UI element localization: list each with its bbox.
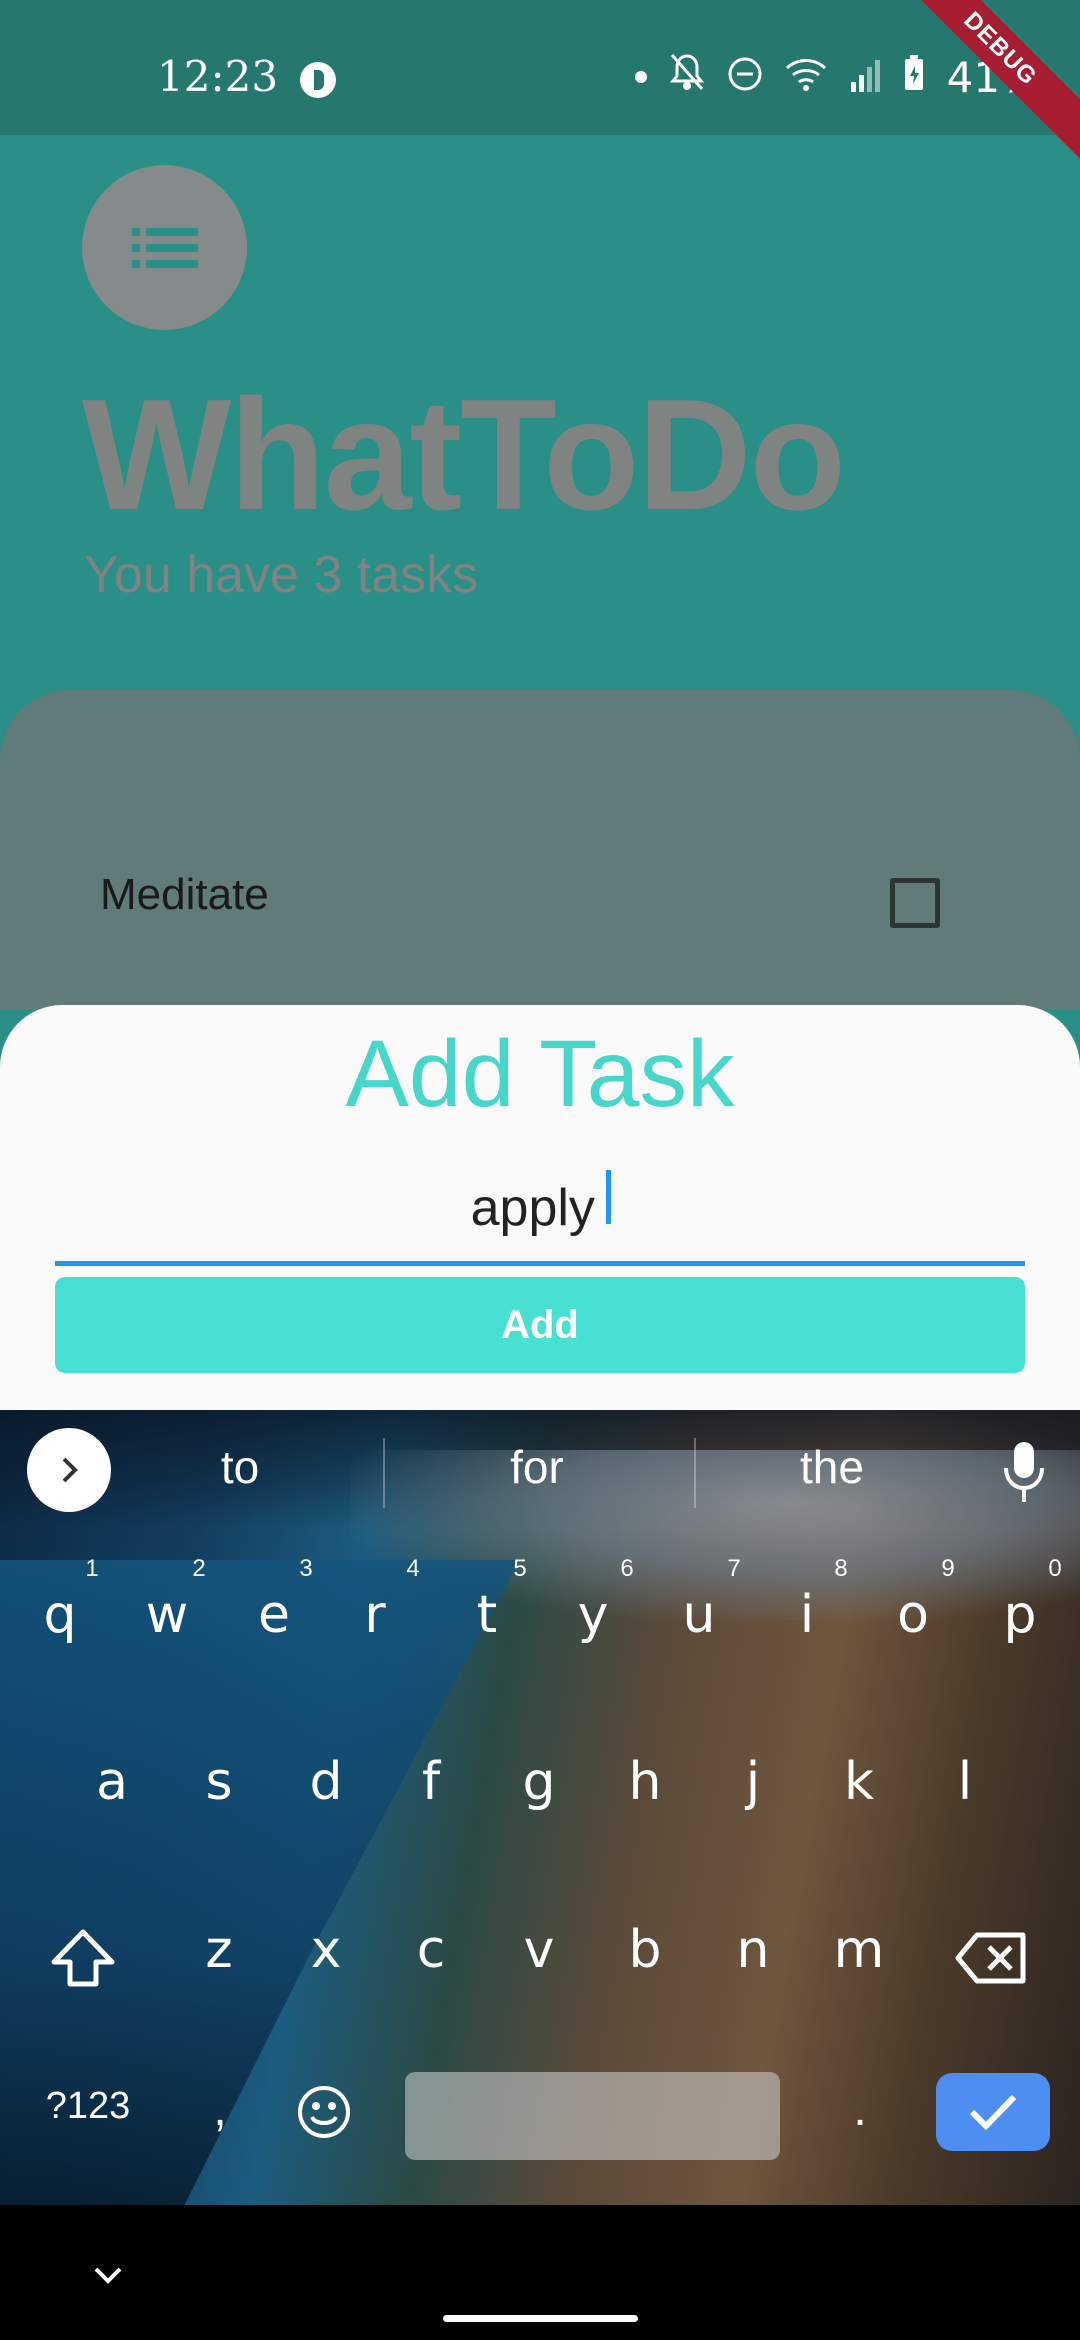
- suggestion-1[interactable]: to: [140, 1440, 340, 1494]
- key-hint: 0: [1048, 1555, 1062, 1582]
- key-g[interactable]: g: [494, 1752, 584, 1812]
- key-hint: 3: [299, 1555, 313, 1582]
- emoji-icon[interactable]: [296, 2084, 352, 2140]
- key-hint: 6: [620, 1555, 634, 1582]
- app-notification-icon: [300, 62, 336, 98]
- key-u[interactable]: u: [654, 1585, 744, 1645]
- key-d[interactable]: d: [281, 1752, 371, 1812]
- app-title: WhatToDo: [82, 367, 846, 543]
- expand-toolbar-button[interactable]: [27, 1428, 111, 1512]
- comma-key[interactable]: ,: [200, 2082, 240, 2137]
- key-b[interactable]: b: [600, 1920, 690, 1980]
- menu-button[interactable]: [82, 165, 247, 330]
- key-hint: 4: [406, 1555, 420, 1582]
- shift-key[interactable]: [50, 1928, 116, 1988]
- key-a[interactable]: a: [67, 1752, 157, 1812]
- wifi-icon: [785, 53, 827, 102]
- task-input[interactable]: [55, 1155, 1025, 1266]
- key-t[interactable]: t: [442, 1585, 532, 1645]
- chevron-right-icon: [62, 1457, 78, 1483]
- done-key[interactable]: [936, 2073, 1050, 2151]
- task-count: You have 3 tasks: [84, 546, 479, 604]
- backspace-key[interactable]: [955, 1932, 1027, 1984]
- period-key[interactable]: .: [845, 2082, 875, 2137]
- key-h[interactable]: h: [600, 1752, 690, 1812]
- signal-icon: [849, 53, 881, 102]
- status-bar: 12:23 41% DEBUG: [0, 0, 1080, 170]
- key-s[interactable]: s: [174, 1752, 264, 1812]
- key-z[interactable]: z: [174, 1920, 264, 1980]
- key-k[interactable]: k: [814, 1752, 904, 1812]
- key-hint: 1: [85, 1555, 99, 1582]
- suggestion-bar: to for the: [0, 1410, 1080, 1535]
- text-cursor: [606, 1170, 611, 1224]
- key-l[interactable]: l: [920, 1752, 1010, 1812]
- battery-icon: [903, 53, 925, 102]
- bell-off-icon: [669, 52, 705, 102]
- status-time: 12:23: [157, 52, 279, 101]
- dot-icon: [634, 71, 647, 83]
- key-o[interactable]: o: [868, 1585, 958, 1645]
- key-j[interactable]: j: [708, 1752, 798, 1812]
- key-c[interactable]: c: [386, 1920, 476, 1980]
- status-icons: 41%: [634, 52, 1040, 102]
- symbols-key[interactable]: ?123: [18, 2085, 158, 2128]
- navigation-bar: [0, 2205, 1080, 2340]
- key-e[interactable]: e: [229, 1585, 319, 1645]
- mic-icon[interactable]: [1000, 1440, 1048, 1504]
- key-f[interactable]: f: [386, 1752, 476, 1812]
- key-hint: 5: [513, 1555, 527, 1582]
- suggestion-divider: [383, 1438, 385, 1508]
- task-checkbox[interactable]: [890, 878, 940, 928]
- key-w[interactable]: w: [122, 1585, 212, 1645]
- keyboard: to for the 1 2 3 4 5 6 7 8 9 0 q w e r t…: [0, 1410, 1080, 2205]
- sheet-title: Add Task: [345, 1021, 735, 1127]
- key-y[interactable]: y: [548, 1585, 638, 1645]
- suggestion-2[interactable]: for: [437, 1440, 637, 1494]
- home-handle[interactable]: [443, 2315, 638, 2322]
- key-x[interactable]: x: [281, 1920, 371, 1980]
- key-hint: 7: [727, 1555, 741, 1582]
- key-hint: 8: [834, 1555, 848, 1582]
- space-key[interactable]: [405, 2072, 780, 2160]
- shift-icon: [51, 1929, 115, 1987]
- key-n[interactable]: n: [708, 1920, 798, 1980]
- key-m[interactable]: m: [814, 1920, 904, 1980]
- dnd-icon: [727, 53, 763, 102]
- key-q[interactable]: q: [15, 1585, 105, 1645]
- check-icon: [969, 2094, 1017, 2131]
- suggestion-3[interactable]: the: [732, 1440, 932, 1494]
- add-button[interactable]: Add: [55, 1277, 1025, 1373]
- key-hint: 2: [192, 1555, 206, 1582]
- suggestion-divider: [694, 1438, 696, 1508]
- task-list-card: [0, 690, 1080, 1010]
- key-i[interactable]: i: [762, 1585, 852, 1645]
- key-p[interactable]: p: [975, 1585, 1065, 1645]
- key-hint: 9: [941, 1555, 955, 1582]
- task-label[interactable]: Meditate: [100, 870, 269, 920]
- list-icon: [131, 227, 198, 268]
- hide-keyboard-icon[interactable]: [88, 2261, 128, 2289]
- backspace-icon: [955, 1932, 1026, 1984]
- key-v[interactable]: v: [494, 1920, 584, 1980]
- key-r[interactable]: r: [330, 1585, 420, 1645]
